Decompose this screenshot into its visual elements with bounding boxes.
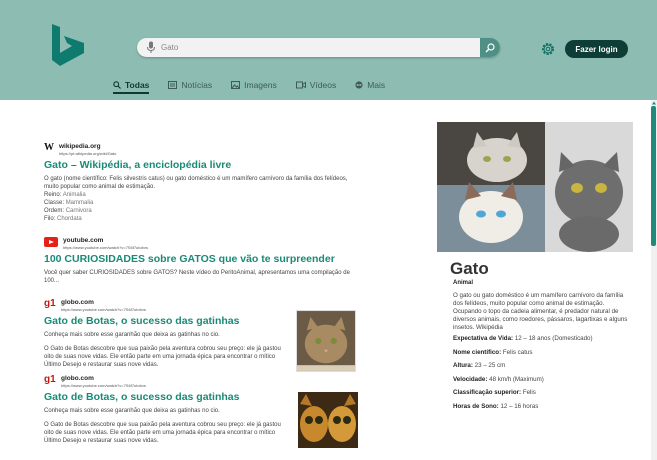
fact-value: 23 – 25 cm	[474, 362, 506, 369]
tab-videos[interactable]: Vídeos	[295, 78, 337, 91]
result-source[interactable]: g1 globo.com https://www.youtube.com/wat…	[44, 298, 284, 313]
panel-fact-row: Altura: 23 – 25 cm	[453, 362, 633, 376]
fact-value: Felis	[522, 389, 536, 396]
fact-value: 12 – 18 anos (Domesticado)	[514, 335, 593, 342]
search-button[interactable]	[480, 38, 500, 57]
result-thumbnail-cat[interactable]	[296, 310, 356, 372]
result-site: wikipedia.org	[59, 143, 101, 150]
fact-key: Classificação superior:	[453, 389, 522, 396]
panel-subtitle: Animal	[453, 280, 474, 286]
more-icon	[355, 80, 363, 89]
fact-key: Ordem:	[44, 208, 65, 214]
tab-label: Mais	[367, 79, 386, 90]
search-box	[137, 38, 500, 57]
result-source[interactable]: youtube.com https://www.youtube.com/watc…	[44, 237, 364, 250]
fact-value: Mammalia	[65, 200, 94, 206]
fact-value: 48 km/h (Maximum)	[489, 375, 544, 383]
panel-image-collage[interactable]	[437, 122, 633, 252]
g1-logo-icon: g1	[44, 374, 56, 385]
panel-fact-row: Velocidade: 48 km/h (Maximum)	[453, 376, 633, 390]
panel-title: Gato	[450, 259, 489, 278]
fact-key: Reino:	[44, 192, 62, 198]
panel-facts: Expectativa de Vida: 12 – 18 anos (Domes…	[453, 335, 633, 416]
fact-key: Horas de Sono:	[453, 402, 499, 410]
fact-value: Animalia	[62, 192, 86, 198]
bing-logo[interactable]	[50, 24, 86, 66]
panel-fact-row: Expectativa de Vida: 12 – 18 anos (Domes…	[453, 335, 633, 349]
fact-row: Ordem: Carnivora	[44, 207, 359, 215]
fact-value: Carnivora	[65, 208, 92, 214]
result-site: globo.com	[61, 375, 94, 382]
result-lead: Conheça mais sobre esse garanhão que dei…	[44, 408, 220, 414]
tab-imagens[interactable]: Imagens	[231, 78, 277, 91]
header-bar: Fazer login Todas Notícias Imagens Vídeo…	[0, 0, 657, 100]
fact-row: Filo: Chordata	[44, 215, 359, 223]
result-title-link[interactable]: Gato – Wikipédia, a enciclopédia livre	[44, 159, 359, 172]
fact-row: Reino: Animalia	[44, 191, 359, 199]
g1-logo-icon: g1	[44, 298, 56, 309]
search-icon	[113, 80, 121, 89]
fact-value: Felis catus	[502, 348, 533, 356]
result-globo-1: g1 globo.com https://www.youtube.com/wat…	[44, 299, 284, 369]
result-source[interactable]: W wikipedia.org https://pt.wikipedia.org…	[44, 142, 359, 157]
knowledge-panel: Gato Animal O gato ou gato doméstico é u…	[437, 122, 633, 410]
video-icon	[295, 81, 306, 88]
fact-value: Chordata	[57, 216, 82, 222]
search-icon	[485, 42, 495, 52]
tab-label: Todas	[125, 79, 150, 90]
result-description: Você quer saber CURIOSIDADES sobre GATOS…	[44, 270, 350, 284]
result-url: https://www.youtube.com/watch?v=7S6f7uto…	[63, 245, 148, 250]
result-url: https://www.youtube.com/watch?v=7S6f7uto…	[61, 307, 146, 312]
result-thumbnail-puss-in-boots[interactable]	[298, 392, 358, 448]
tab-todas[interactable]: Todas	[113, 78, 150, 94]
youtube-icon	[44, 237, 58, 247]
result-description: O Gato de Botas descobre que sua paixão …	[44, 346, 281, 368]
result-site: youtube.com	[63, 237, 104, 244]
tab-noticias[interactable]: Notícias	[168, 78, 212, 91]
result-description: O gato (nome científico: Felis silvestri…	[44, 176, 348, 190]
panel-fact-row: Nome científico: Felis catus	[453, 349, 633, 363]
panel-fact-row: Horas de Sono: 12 – 16 horas	[453, 403, 633, 417]
tab-label: Vídeos	[309, 79, 337, 90]
result-source[interactable]: g1 globo.com https://www.youtube.com/wat…	[44, 374, 284, 389]
result-title-link[interactable]: Gato de Botas, o sucesso das gatinhas	[44, 391, 284, 404]
search-input[interactable]	[161, 38, 461, 57]
panel-fact-row: Classificação superior: Felis	[453, 389, 633, 403]
fact-key: Expectativa de Vida:	[453, 335, 514, 342]
fact-key: Velocidade:	[453, 375, 488, 383]
tab-label: Imagens	[244, 79, 277, 90]
fact-key: Classe:	[44, 200, 65, 206]
tab-label: Notícias	[181, 79, 213, 90]
fact-key: Filo:	[44, 216, 56, 222]
scroll-up-arrow-icon[interactable]	[651, 100, 657, 106]
tab-mais[interactable]: Mais	[355, 78, 385, 91]
login-button[interactable]: Fazer login	[565, 40, 628, 58]
microphone-icon[interactable]	[146, 41, 156, 54]
result-description: O Gato de Botas descobre que sua paixão …	[44, 422, 281, 444]
scrollbar-thumb[interactable]	[651, 106, 656, 246]
news-icon	[168, 80, 178, 89]
fact-row: Classe: Mammalia	[44, 199, 359, 207]
panel-description: O gato ou gato doméstico é um mamífero c…	[453, 292, 628, 331]
search-tabs: Todas Notícias Imagens Vídeos Mais	[113, 78, 404, 94]
fact-value: 12 – 16 horas	[500, 402, 539, 410]
gear-icon[interactable]	[540, 41, 556, 57]
result-site: globo.com	[61, 299, 94, 306]
result-title-link[interactable]: 100 CURIOSIDADES sobre GATOS que vão te …	[44, 253, 364, 266]
result-wikipedia: W wikipedia.org https://pt.wikipedia.org…	[44, 143, 359, 223]
fact-key: Altura:	[453, 362, 473, 369]
result-title-link[interactable]: Gato de Botas, o sucesso das gatinhas	[44, 315, 284, 328]
result-lead: Conheça mais sobre esse garanhão que dei…	[44, 332, 220, 338]
fact-key: Nome científico:	[453, 348, 502, 356]
result-youtube: youtube.com https://www.youtube.com/watc…	[44, 237, 364, 285]
image-icon	[231, 80, 241, 89]
result-url: https://www.youtube.com/watch?v=7S6f7uto…	[61, 383, 146, 388]
wikipedia-icon: W	[44, 142, 54, 153]
result-url: https://pt.wikipedia.org/wiki/Gato	[59, 151, 117, 156]
result-globo-2: g1 globo.com https://www.youtube.com/wat…	[44, 375, 284, 445]
